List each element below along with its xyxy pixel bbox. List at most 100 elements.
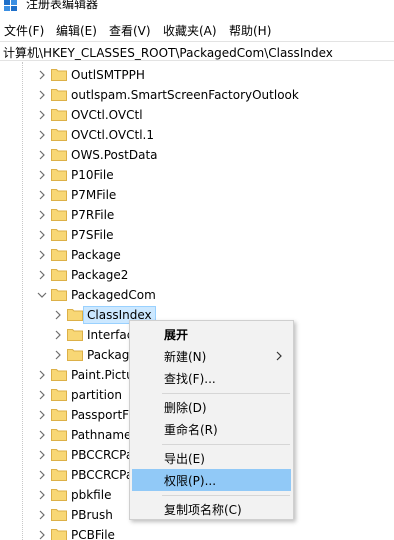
chevron-right-icon[interactable] (52, 349, 64, 361)
tree-row[interactable]: PCBFile (0, 525, 394, 540)
ctx-rename[interactable]: 重命名(R) (132, 418, 291, 440)
tree-item-label[interactable]: Interfac (87, 327, 133, 343)
tree-row[interactable]: OVCtl.OVCtl (0, 105, 394, 125)
chevron-right-icon[interactable] (36, 369, 48, 381)
tree-item-label[interactable]: P7SFile (71, 227, 114, 243)
tree-item-label[interactable]: P7MFile (71, 187, 116, 203)
folder-icon (51, 69, 67, 81)
chevron-right-icon[interactable] (36, 389, 48, 401)
tree-row[interactable]: OWS.PostData (0, 145, 394, 165)
chevron-right-icon[interactable] (36, 409, 48, 421)
chevron-right-icon[interactable] (36, 209, 48, 221)
ctx-separator (162, 444, 290, 445)
folder-icon (51, 169, 67, 181)
ctx-new-label: 新建(N) (164, 350, 207, 364)
folder-icon (51, 249, 67, 261)
chevron-right-icon[interactable] (52, 329, 64, 341)
chevron-right-icon[interactable] (36, 509, 48, 521)
folder-icon (51, 469, 67, 481)
ctx-copy-key-name[interactable]: 复制项名称(C) (132, 498, 291, 520)
tree-item-label[interactable]: Packag (87, 347, 129, 363)
address-bar[interactable]: 计算机\HKEY_CLASSES_ROOT\PackagedCom\ClassI… (0, 41, 394, 61)
tree-item-label[interactable]: PackagedCom (71, 287, 156, 303)
menu-view[interactable]: 查看(V) (109, 22, 151, 39)
tree-row[interactable]: P7RFile (0, 205, 394, 225)
folder-icon (51, 449, 67, 461)
folder-icon (51, 109, 67, 121)
tree-item-label[interactable]: OutlSMTPPH (71, 67, 145, 83)
tree-row[interactable]: OutlSMTPPH (0, 65, 394, 85)
chevron-right-icon[interactable] (36, 189, 48, 201)
tree-item-label[interactable]: Package2 (71, 267, 128, 283)
folder-icon (51, 409, 67, 421)
tree-row[interactable]: P10File (0, 165, 394, 185)
chevron-right-icon[interactable] (36, 269, 48, 281)
chevron-right-icon[interactable] (36, 449, 48, 461)
tree-row[interactable]: P7MFile (0, 185, 394, 205)
chevron-right-icon[interactable] (36, 529, 48, 540)
menu-favorites[interactable]: 收藏夹(A) (163, 22, 217, 39)
registry-editor-icon (4, 0, 17, 11)
tree-item-label[interactable]: partition (71, 387, 122, 403)
ctx-export[interactable]: 导出(E) (132, 447, 291, 469)
ctx-rename-label: 重命名(R) (164, 423, 218, 437)
title-bar: 注册表编辑器 (0, 0, 394, 16)
ctx-find[interactable]: 查找(F)... (132, 367, 291, 389)
address-path[interactable]: 计算机\HKEY_CLASSES_ROOT\PackagedCom\ClassI… (3, 44, 333, 61)
tree-item-label[interactable]: Package (71, 247, 121, 263)
tree-item-label[interactable]: Pathname (71, 427, 131, 443)
menu-edit[interactable]: 编辑(E) (56, 22, 97, 39)
chevron-right-icon[interactable] (36, 169, 48, 181)
tree-item-label[interactable]: OVCtl.OVCtl (71, 107, 143, 123)
ctx-permissions-label: 权限(P)... (164, 474, 217, 488)
chevron-right-icon[interactable] (36, 109, 48, 121)
tree-item-label[interactable]: Paint.Pictu (71, 367, 134, 383)
menu-bar: 文件(F) 编辑(E) 查看(V) 收藏夹(A) 帮助(H) (0, 19, 394, 41)
tree-item-label[interactable]: P10File (71, 167, 114, 183)
folder-icon (51, 129, 67, 141)
ctx-separator (162, 393, 290, 394)
tree-row[interactable]: Package (0, 245, 394, 265)
ctx-new[interactable]: 新建(N) (132, 345, 291, 367)
folder-icon (51, 209, 67, 221)
chevron-right-icon[interactable] (36, 69, 48, 81)
chevron-right-icon[interactable] (36, 129, 48, 141)
ctx-delete[interactable]: 删除(D) (132, 396, 291, 418)
folder-icon (51, 189, 67, 201)
tree-item-label[interactable]: PBrush (71, 507, 113, 523)
ctx-separator (162, 495, 290, 496)
tree-item-label[interactable]: P7RFile (71, 207, 114, 223)
tree-item-label[interactable]: OVCtl.OVCtl.1 (71, 127, 154, 143)
window-title: 注册表编辑器 (26, 0, 99, 11)
menu-help[interactable]: 帮助(H) (229, 22, 271, 39)
ctx-copy-key-name-label: 复制项名称(C) (164, 503, 242, 517)
tree-row[interactable]: P7SFile (0, 225, 394, 245)
chevron-right-icon[interactable] (36, 149, 48, 161)
tree-item-label[interactable]: PBCCRCPa (71, 447, 133, 463)
folder-icon (51, 489, 67, 501)
tree-row[interactable]: OVCtl.OVCtl.1 (0, 125, 394, 145)
chevron-right-icon[interactable] (36, 429, 48, 441)
ctx-permissions[interactable]: 权限(P)... (132, 469, 291, 491)
tree-item-label[interactable]: PassportF (71, 407, 129, 423)
tree-item-label[interactable]: OWS.PostData (71, 147, 158, 163)
tree-row[interactable]: Package2 (0, 265, 394, 285)
tree-item-label[interactable]: outlspam.SmartScreenFactoryOutlook (71, 87, 299, 103)
ctx-expand[interactable]: 展开 (132, 323, 291, 345)
folder-icon (51, 229, 67, 241)
chevron-down-icon[interactable] (36, 289, 48, 301)
chevron-right-icon[interactable] (36, 249, 48, 261)
tree-item-label[interactable]: PBCCRCPa (71, 467, 133, 483)
folder-icon (67, 349, 83, 361)
chevron-right-icon[interactable] (36, 469, 48, 481)
menu-file[interactable]: 文件(F) (4, 22, 44, 39)
folder-icon (67, 309, 83, 321)
tree-row[interactable]: outlspam.SmartScreenFactoryOutlook (0, 85, 394, 105)
chevron-right-icon[interactable] (36, 489, 48, 501)
chevron-right-icon[interactable] (36, 89, 48, 101)
chevron-right-icon[interactable] (36, 229, 48, 241)
tree-item-label[interactable]: PCBFile (71, 527, 115, 540)
tree-row[interactable]: PackagedCom (0, 285, 394, 305)
tree-item-label[interactable]: pbkfile (71, 487, 111, 503)
chevron-right-icon[interactable] (52, 309, 64, 321)
